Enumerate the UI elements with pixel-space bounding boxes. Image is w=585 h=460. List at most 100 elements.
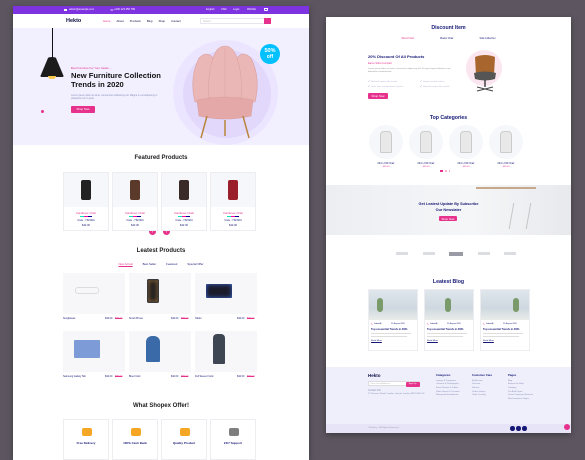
product-image-bg [63,331,125,372]
search-button[interactable] [263,18,271,24]
latest-product-card[interactable]: Smart Phone $42.00 $65.00 [129,273,191,325]
blog-image [481,290,529,320]
scroll-top-button[interactable] [564,424,570,430]
latest-product-card[interactable]: Tablet $42.00 $65.00 [195,273,257,325]
featured-product-card[interactable]: Cantilever Chair Code - Y523201 $42.00 [210,172,256,231]
logo[interactable]: Hekto [66,18,81,24]
blog-read-more[interactable]: Read More [371,340,382,342]
product-price: $42.00 [171,375,179,378]
footer-link[interactable]: Smart Phones & Tablets [436,387,470,389]
discount-shop-button[interactable]: Shop Now [368,93,388,99]
footer-link[interactable]: Visual Composer Elements [508,394,542,396]
category-card[interactable]: Mini LCW Chair $56.00 [408,125,444,169]
blog-card[interactable]: ✎ SaberAli 21 August,2020 Top esssential Tr… [480,289,530,351]
slider-dot[interactable] [41,110,44,113]
latest-tab[interactable]: Featured [166,262,177,266]
footer-bottom: ©Webecy - All Rights Reserved [326,424,571,433]
facebook-icon[interactable] [510,426,515,431]
newsletter-shop-button[interactable]: Shop Now [439,216,457,221]
latest-tab[interactable]: New Arrival [118,262,132,266]
blog-read-more[interactable]: Read More [427,340,438,342]
chair-image [420,131,432,153]
check-icon: ✓ [368,85,371,88]
nav-item-products[interactable]: Products [130,19,141,23]
footer-link[interactable]: Cameras & Photography [436,383,470,385]
category-card[interactable]: Mini LCW Chair $56.00 [448,125,484,169]
footer-link[interactable]: Returns [472,387,506,389]
product-image-bg [63,273,125,314]
topbar-phone[interactable]: +000 123 456 789 [114,8,135,11]
product-name: Blue Frock [129,375,141,378]
twitter-icon[interactable] [522,426,527,431]
login-link[interactable]: Login [233,8,239,11]
instagram-icon[interactable] [516,426,521,431]
search-input[interactable]: Search... [203,20,213,23]
footer-link[interactable]: WooCommerce Pages [508,398,542,400]
footer-link[interactable]: Discount [472,383,506,385]
product-image-bg [195,331,257,372]
latest-tab[interactable]: Best Seller [143,262,157,266]
newsletter-line2: Our Newslater [435,208,462,212]
nav-item-shop[interactable]: Shop [158,19,165,23]
blog-card[interactable]: ✎ SaberAli 21 August,2020 Top esssential Tr… [368,289,418,351]
footer-link[interactable]: Laptops & Computers [436,380,470,382]
category-name: Mini LCW Chair [497,162,515,165]
featured-product-card[interactable]: Cantilever Chair Code - Y523201 $42.00 [63,172,109,231]
discount-badge: 50% off [260,44,280,64]
product-old-price: $65.00 [247,317,255,320]
blog-card[interactable]: ✎ SaberAli 21 August,2020 Top esssential Tr… [424,289,474,351]
footer-link[interactable]: Video Games & Consoles [436,391,470,393]
latest-tab[interactable]: Special Offer [187,262,203,266]
latest-product-card[interactable]: Blue Frock $42.00 $65.00 [129,331,191,383]
pen-icon: ✎ [427,323,430,326]
blog-post-title: Top esssential Trends in 2021 [427,328,464,331]
latest-product-card[interactable]: Full Sleeve Frock $42.00 $65.00 [195,331,257,383]
discount-tab[interactable]: Sofa Collection [479,37,495,40]
currency-select[interactable]: USD [221,8,226,11]
nav-item-contact[interactable]: Contact [171,19,181,23]
footer-col-title: Catagories [436,373,451,377]
brand-logos-row [396,252,516,256]
home-page-preview-continued: Discount Item Wood Chair Plastic Chair Sof… [326,17,571,433]
footer-link[interactable]: Pre-Built Pages [508,391,542,393]
footer-link[interactable]: Order Tracking [472,394,506,396]
footer-link[interactable]: Browse the Shop [508,383,542,385]
offer-title: 24/7 Support [223,441,243,445]
discount-tab[interactable]: Plastic Chair [440,37,453,40]
footer-column: Pages Blog Browse the Shop Category Pre-Buil… [508,373,542,402]
topbar-email[interactable]: admin@example.com [69,8,94,11]
featured-product-card[interactable]: Cantilever Chair Code - Y523201 $42.00 [112,172,158,231]
nav-item-blog[interactable]: Blog [147,19,153,23]
blog-plant [445,298,451,312]
footer-signup-button[interactable]: Sign Up [405,381,420,387]
footer-link[interactable]: My Account [472,380,506,382]
wishlist-link[interactable]: Wishlist [247,8,256,11]
footer-link[interactable]: Category [508,387,542,389]
blog-read-more[interactable]: Read More [483,340,494,342]
nav-item-home[interactable]: Home [103,19,110,23]
product-name: Sunglasses [63,317,76,320]
offer-title: Quality Product [172,441,196,445]
pager-dot[interactable] [448,170,450,172]
lounge-chair-image [474,55,496,92]
footer-link[interactable]: Orders History [472,391,506,393]
language-select[interactable]: English [206,8,215,11]
category-card[interactable]: Mini LCW Chair $56.00 [488,125,524,169]
footer-link[interactable]: Blog [508,380,542,382]
pager-dot[interactable] [440,170,443,172]
latest-product-card[interactable]: Sunglasses $42.00 $65.00 [63,273,125,325]
discount-tab[interactable]: Wood Chair [401,37,414,40]
footer-logo[interactable]: Hekto [368,373,381,378]
featured-product-card[interactable]: Cantilever Chair Code - Y523201 $42.00 [161,172,207,231]
blog-author: SaberAli [486,323,494,326]
footer-link[interactable]: Waterproof Headphones [436,394,470,396]
latest-product-card[interactable]: Samsung Galaxy Tab $42.00 $65.00 [63,331,125,383]
hero-shop-button[interactable]: Shop Now [71,106,95,113]
category-price: $56.00 [422,166,430,168]
brand-logo [477,252,490,255]
cart-icon[interactable] [264,7,268,12]
nav-item-about[interactable]: About [116,19,123,23]
footer-email-input[interactable]: Enter Email Address [371,383,391,385]
category-card[interactable]: Mini LCW Chair $56.00 [368,125,404,169]
pager-dot[interactable] [445,170,447,172]
